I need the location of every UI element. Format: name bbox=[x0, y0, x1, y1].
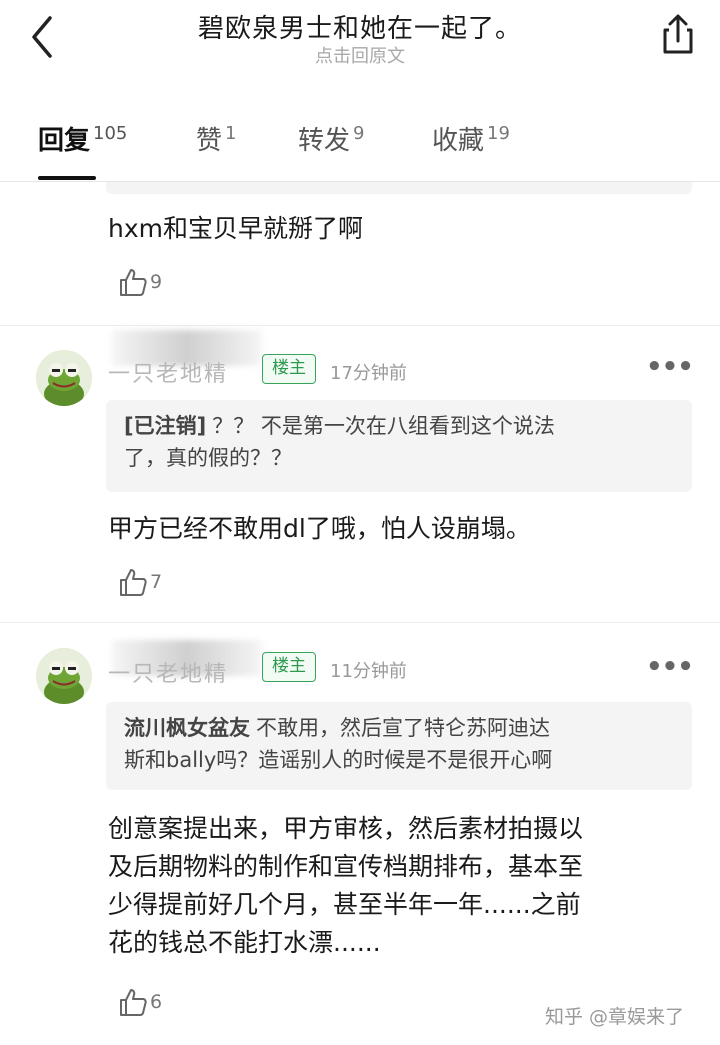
divider bbox=[0, 325, 720, 326]
tab-label: 回复 bbox=[38, 126, 91, 156]
share-button[interactable] bbox=[656, 12, 700, 56]
quote-block: [已注销]？？ 不是第一次在八组看到这个说法 了，真的假的？？ bbox=[106, 400, 692, 492]
more-options-icon[interactable]: ••• bbox=[646, 352, 694, 382]
tab-replies[interactable]: 回复 105 bbox=[38, 120, 127, 157]
tab-count: 105 bbox=[93, 123, 128, 144]
quote-text: 了，真的假的？？ bbox=[124, 446, 292, 470]
author-badge: 楼主 bbox=[262, 652, 316, 682]
like-count: 9 bbox=[150, 271, 163, 293]
avatar[interactable] bbox=[36, 648, 92, 704]
tab-reposts[interactable]: 转发 9 bbox=[298, 120, 364, 157]
active-tab-indicator bbox=[38, 176, 96, 180]
frog-avatar-icon bbox=[36, 648, 92, 704]
tab-label: 赞 bbox=[196, 126, 223, 156]
thumbs-up-icon bbox=[120, 269, 147, 296]
share-icon bbox=[663, 14, 693, 54]
comment-text-line: 少得提前好几个月，甚至半年一年......之前 bbox=[108, 890, 581, 919]
like-button[interactable]: 7 bbox=[118, 566, 162, 598]
quote-text: 斯和bally吗？造谣别人的时候是不是很开心啊 bbox=[124, 748, 553, 772]
comment-text-line: 创意案提出来，甲方审核，然后素材拍摄以 bbox=[108, 814, 584, 843]
back-to-original-link[interactable]: 点击回原文 bbox=[0, 42, 720, 68]
tab-bar: 回复 105 赞1 转发 9 收藏 19 bbox=[0, 110, 720, 182]
quote-block bbox=[106, 182, 692, 194]
avatar[interactable] bbox=[36, 350, 92, 406]
top-bar: 碧欧泉男士和她在一起了。 点击回原文 bbox=[0, 0, 720, 80]
quote-text: ？？ 不是第一次在八组看到这个说法 bbox=[212, 414, 555, 438]
comment-time: 11分钟前 bbox=[330, 661, 407, 682]
comment-text: 创意案提出来，甲方审核，然后素材拍摄以 及后期物料的制作和宣传档期排布，基本至 … bbox=[108, 810, 583, 962]
tab-count: 1 bbox=[225, 123, 237, 144]
quoted-username[interactable]: 流川枫女盆友 bbox=[124, 716, 250, 740]
frog-avatar-icon bbox=[36, 350, 92, 406]
thumbs-up-icon bbox=[120, 989, 147, 1016]
like-count: 6 bbox=[150, 991, 163, 1013]
tab-label: 收藏 bbox=[432, 126, 485, 156]
tab-likes[interactable]: 赞1 bbox=[196, 120, 236, 157]
username[interactable]: 一只老地精 bbox=[108, 656, 228, 688]
comment-text-line: 花的钱总不能打水漂...... bbox=[108, 928, 381, 957]
comment-text: hxm和宝贝早就掰了啊 bbox=[108, 214, 363, 243]
divider bbox=[0, 622, 720, 623]
watermark: 知乎 @章娱来了 bbox=[545, 1006, 685, 1028]
like-count: 7 bbox=[150, 571, 163, 593]
comment-text-line: 及后期物料的制作和宣传档期排布，基本至 bbox=[108, 852, 584, 881]
tab-label: 转发 bbox=[298, 126, 351, 156]
like-button[interactable]: 9 bbox=[118, 266, 162, 298]
page-title: 碧欧泉男士和她在一起了。 bbox=[197, 14, 522, 44]
username[interactable]: 一只老地精 bbox=[108, 356, 228, 388]
comment-time: 17分钟前 bbox=[330, 363, 407, 384]
quoted-username[interactable]: [已注销] bbox=[124, 414, 206, 438]
thumbs-up-icon bbox=[120, 569, 147, 596]
like-button[interactable]: 6 bbox=[118, 986, 162, 1018]
comment-text: 甲方已经不敢用dl了哦，怕人设崩塌。 bbox=[108, 514, 531, 543]
tab-count: 9 bbox=[353, 123, 365, 144]
more-options-icon[interactable]: ••• bbox=[646, 652, 694, 682]
quote-text: 不敢用，然后宣了特仑苏阿迪达 bbox=[256, 716, 550, 740]
quote-block: 流川枫女盆友 不敢用，然后宣了特仑苏阿迪达 斯和bally吗？造谣别人的时候是不是… bbox=[106, 702, 692, 790]
tab-favorites[interactable]: 收藏 19 bbox=[432, 120, 510, 157]
author-badge: 楼主 bbox=[262, 354, 316, 384]
tab-count: 19 bbox=[487, 123, 510, 144]
